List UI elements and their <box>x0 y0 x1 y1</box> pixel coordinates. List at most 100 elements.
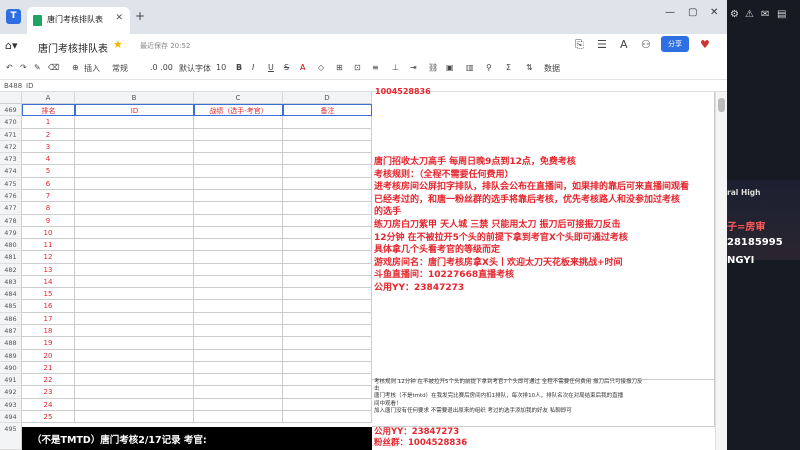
column-header-c[interactable]: C <box>194 92 283 104</box>
table-cell[interactable] <box>194 128 283 141</box>
rank-cell[interactable]: 24 <box>22 398 75 411</box>
table-cell[interactable] <box>75 398 194 411</box>
rank-cell[interactable]: 1 <box>22 116 75 129</box>
row-header[interactable]: 486 <box>0 312 22 326</box>
add-user-icon[interactable]: ⚇ <box>641 38 651 51</box>
filter-icon[interactable]: ⚲ <box>486 63 492 72</box>
table-cell[interactable] <box>194 374 283 387</box>
row-header[interactable]: 473 <box>0 153 22 166</box>
chart-icon[interactable]: ▥ <box>466 63 474 72</box>
row-header[interactable]: 489 <box>0 349 22 362</box>
row-header[interactable]: 482 <box>0 263 22 276</box>
table-cell[interactable] <box>75 349 194 362</box>
spreadsheet-grid[interactable]: ABCDEFG469470471472473474475476477478479… <box>0 87 715 450</box>
table-cell[interactable] <box>283 337 372 350</box>
rank-cell[interactable]: 3 <box>22 140 75 154</box>
rank-cell[interactable]: 8 <box>22 202 75 215</box>
rank-cell[interactable]: 18 <box>22 325 75 338</box>
avatar-icon[interactable]: ♥ <box>700 38 710 51</box>
table-cell[interactable] <box>75 189 194 203</box>
table-cell[interactable] <box>283 128 372 141</box>
insert-menu[interactable]: 插入 <box>84 63 100 74</box>
row-header[interactable]: 474 <box>0 165 22 178</box>
row-header[interactable]: 470 <box>0 116 22 129</box>
rank-cell[interactable]: 6 <box>22 177 75 190</box>
insert-icon[interactable]: ⊕ <box>72 63 79 72</box>
settings-gear-icon[interactable]: ⚙ <box>730 9 739 20</box>
comment-icon[interactable]: ☰ <box>597 38 607 51</box>
rank-cell[interactable]: 19 <box>22 337 75 350</box>
valign-icon[interactable]: ⊥ <box>392 63 399 72</box>
row-header[interactable]: 475 <box>0 177 22 190</box>
table-cell[interactable] <box>75 177 194 190</box>
merge-icon[interactable]: ⊡ <box>354 63 361 72</box>
table-cell[interactable] <box>194 239 283 252</box>
table-cell[interactable] <box>75 165 194 178</box>
table-cell[interactable] <box>194 337 283 350</box>
table-cell[interactable] <box>75 386 194 399</box>
row-header[interactable]: 479 <box>0 226 22 240</box>
table-cell[interactable] <box>75 153 194 166</box>
rank-cell[interactable]: 4 <box>22 153 75 166</box>
table-cell[interactable] <box>194 189 283 203</box>
column-header-d[interactable]: D <box>283 92 372 104</box>
maximize-icon[interactable]: ▢ <box>688 7 697 18</box>
table-cell[interactable] <box>194 202 283 215</box>
table-cell[interactable] <box>283 349 372 362</box>
row-header[interactable]: 484 <box>0 288 22 301</box>
table-cell[interactable] <box>194 153 283 166</box>
row-header[interactable]: 488 <box>0 337 22 350</box>
warning-icon[interactable]: ⚠ <box>745 9 754 20</box>
table-cell[interactable] <box>283 226 372 240</box>
row-header[interactable]: 485 <box>0 300 22 313</box>
paint-format-icon[interactable]: ✎ <box>34 63 41 72</box>
link-icon[interactable]: ⛓ <box>428 63 438 72</box>
star-icon[interactable]: ★ <box>113 38 123 51</box>
table-cell[interactable] <box>283 116 372 129</box>
strikethrough-icon[interactable]: S <box>284 63 289 72</box>
image-icon[interactable]: ▣ <box>446 63 454 72</box>
table-cell[interactable] <box>75 263 194 276</box>
table-cell[interactable] <box>194 386 283 399</box>
table-cell[interactable] <box>75 140 194 154</box>
table-cell[interactable] <box>75 361 194 375</box>
header-cell-c[interactable]: 战绩（选手-考官） <box>194 104 283 117</box>
home-icon[interactable]: ⌂▾ <box>5 39 18 52</box>
rank-cell[interactable]: 15 <box>22 288 75 301</box>
rank-cell[interactable]: 9 <box>22 214 75 227</box>
table-cell[interactable] <box>283 300 372 313</box>
font-size-menu[interactable]: 10 <box>216 63 226 72</box>
rank-cell[interactable]: 2 <box>22 128 75 141</box>
table-cell[interactable] <box>283 325 372 338</box>
cell-reference[interactable]: B488 <box>4 82 22 90</box>
table-cell[interactable] <box>283 386 372 399</box>
align-icon[interactable]: ≡ <box>372 63 379 72</box>
sort-icon[interactable]: ⇅ <box>526 63 533 72</box>
table-cell[interactable] <box>75 325 194 338</box>
table-cell[interactable] <box>75 214 194 227</box>
rank-cell[interactable]: 25 <box>22 411 75 424</box>
row-header[interactable]: 477 <box>0 202 22 215</box>
table-cell[interactable] <box>283 239 372 252</box>
text-color-icon[interactable]: A <box>300 63 305 72</box>
table-cell[interactable] <box>194 116 283 129</box>
vertical-scrollbar[interactable] <box>715 92 727 450</box>
row-header[interactable]: 493 <box>0 398 22 411</box>
table-cell[interactable] <box>283 361 372 375</box>
table-cell[interactable] <box>283 189 372 203</box>
table-cell[interactable] <box>283 263 372 276</box>
bold-icon[interactable]: B <box>236 63 242 72</box>
header-cell-b[interactable]: ID <box>75 104 194 117</box>
table-cell[interactable] <box>283 411 372 424</box>
table-cell[interactable] <box>75 251 194 264</box>
table-cell[interactable] <box>283 202 372 215</box>
borders-icon[interactable]: ⊞ <box>336 63 343 72</box>
close-window-icon[interactable]: ✕ <box>710 7 718 18</box>
row-header[interactable]: 472 <box>0 140 22 154</box>
wrap-icon[interactable]: ⇥ <box>410 63 417 72</box>
table-cell[interactable] <box>194 325 283 338</box>
row-header[interactable]: 495 <box>0 423 22 450</box>
table-cell[interactable] <box>283 140 372 154</box>
table-cell[interactable] <box>283 153 372 166</box>
share-button[interactable]: 分享 <box>661 36 689 52</box>
